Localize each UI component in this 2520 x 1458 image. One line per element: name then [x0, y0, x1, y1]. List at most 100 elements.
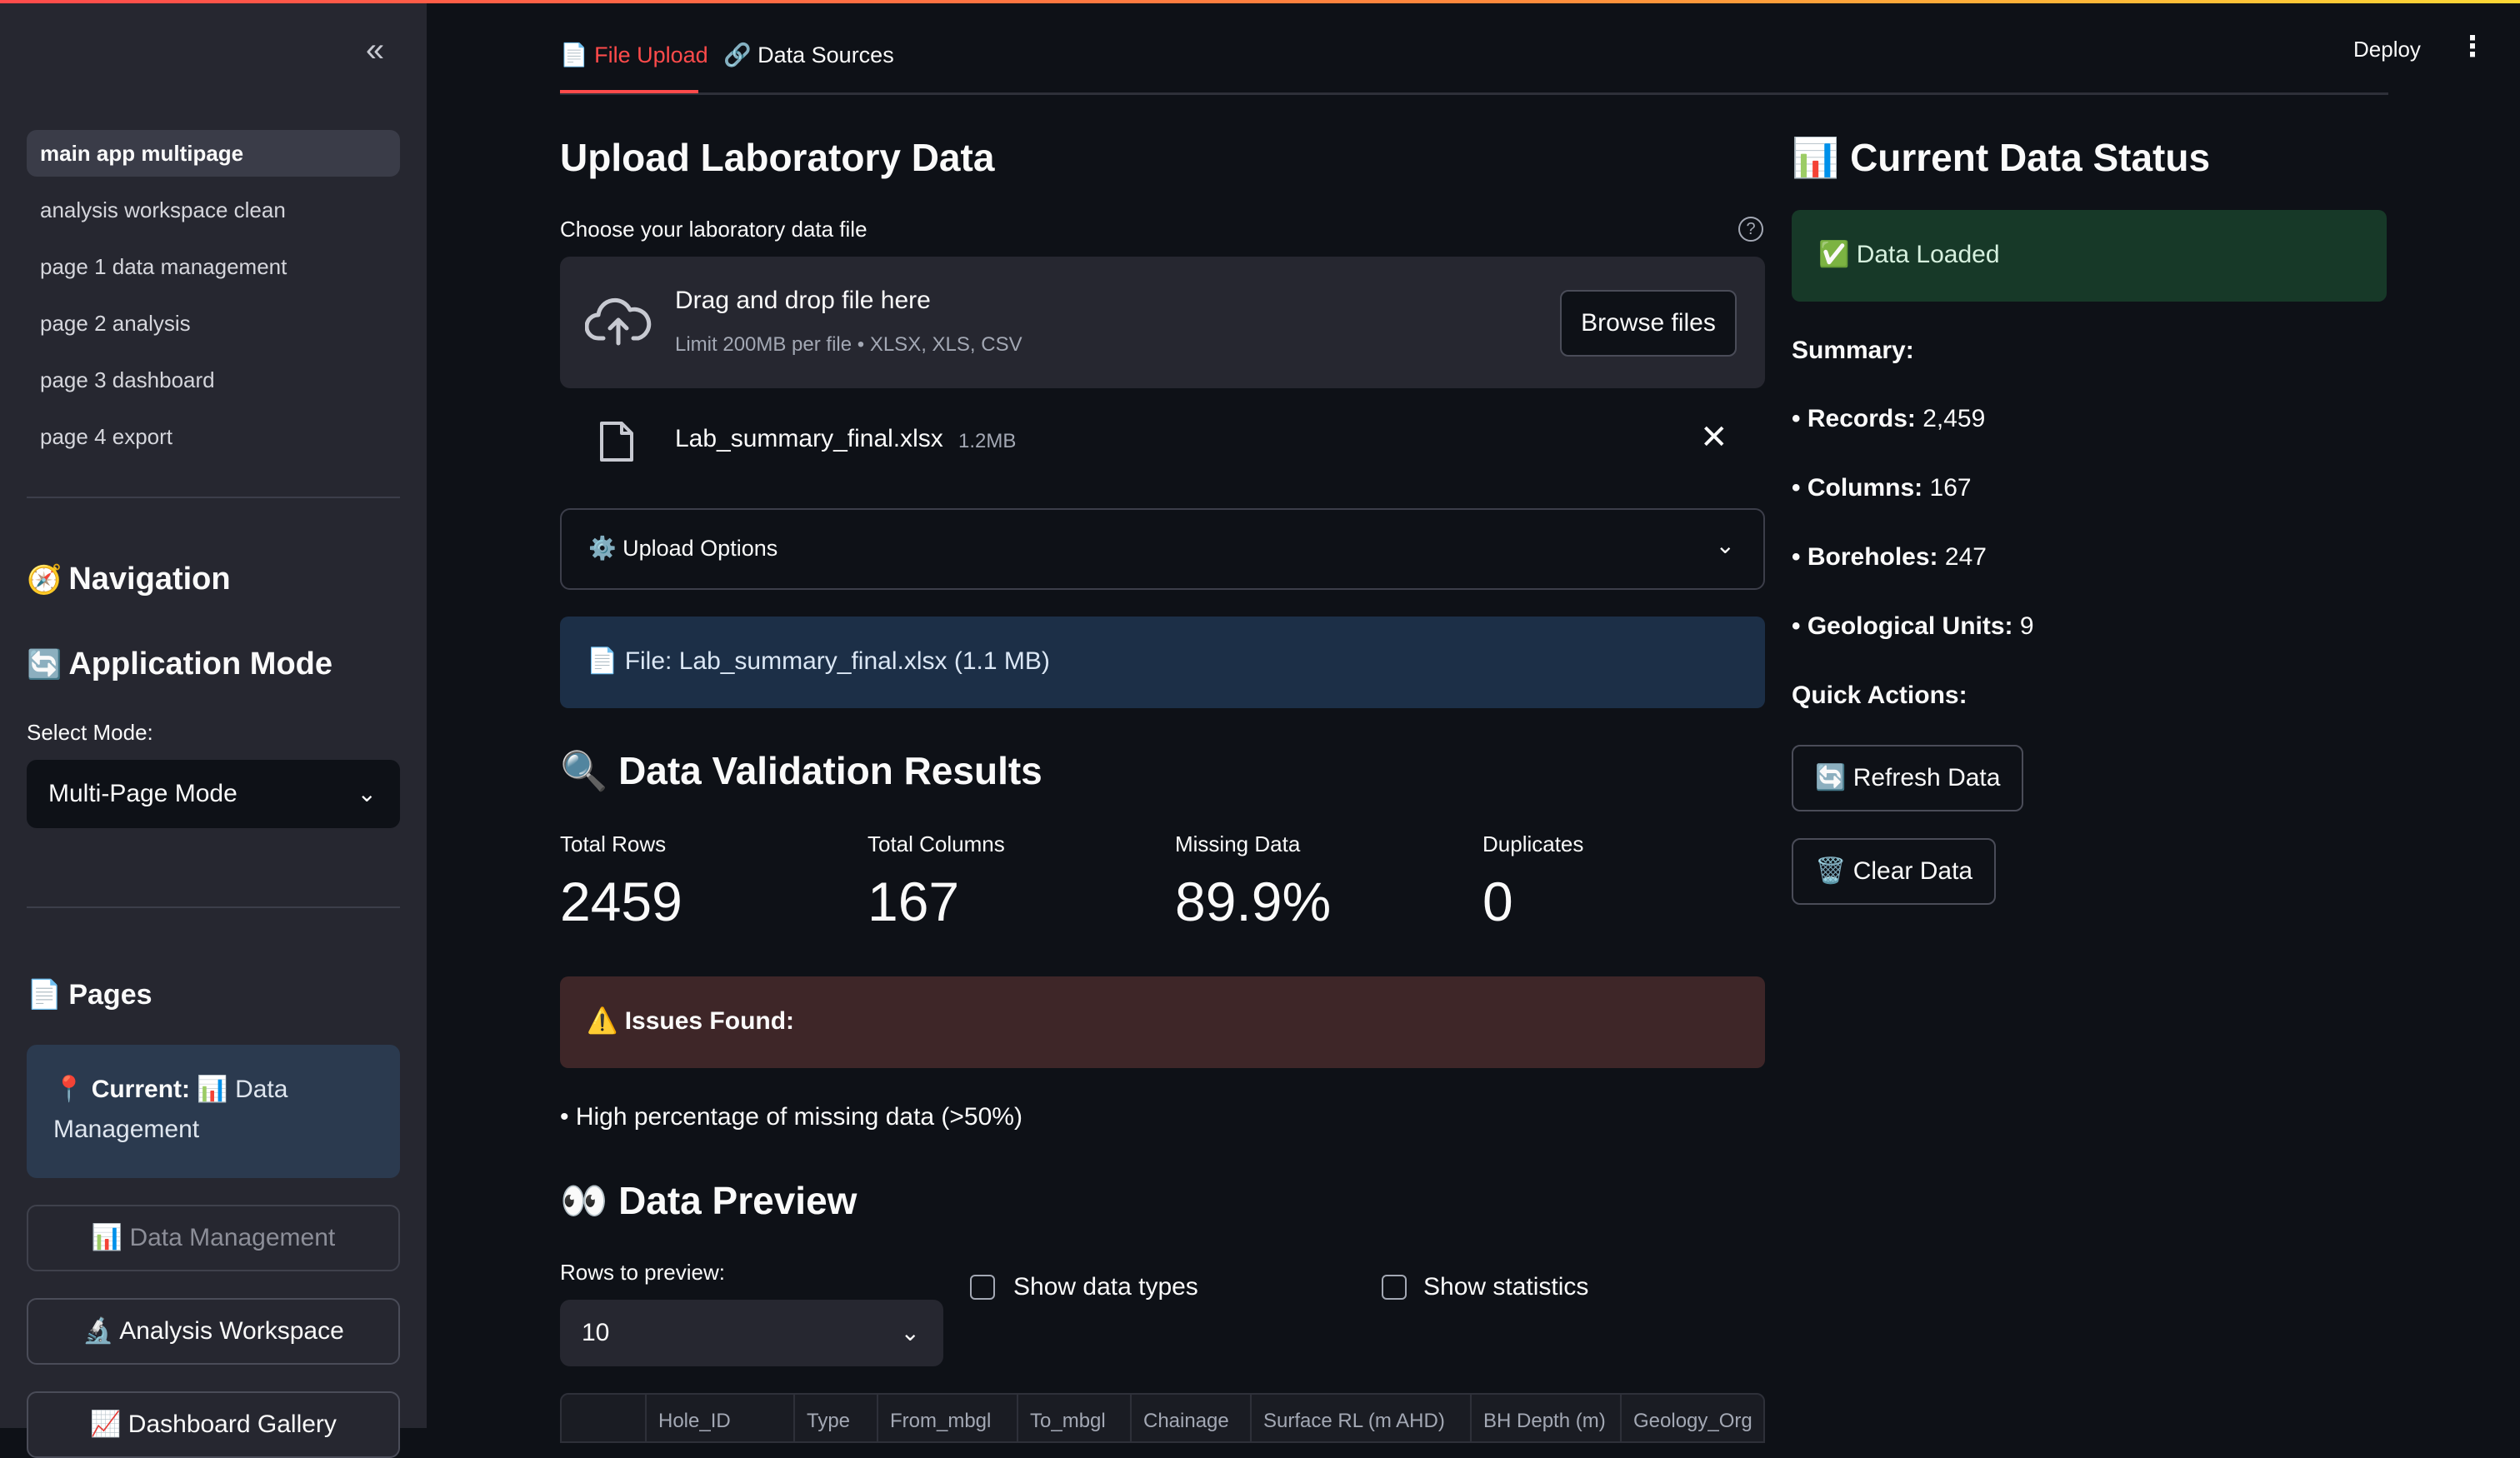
summary-value: 247: [1944, 543, 1987, 571]
analysis-workspace-button[interactable]: 🔬 Analysis Workspace: [27, 1298, 400, 1365]
preview-heading: 👀 Data Preview: [560, 1178, 857, 1224]
current-prefix: 📍 Current:: [53, 1076, 191, 1103]
navigation-heading: 🧭 Navigation: [27, 562, 231, 597]
current-page-info: 📍 Current: 📊 Data Management: [27, 1045, 400, 1178]
page-nav-item-data-management[interactable]: page 1 data management: [27, 243, 400, 290]
summary-value: 167: [1929, 474, 1972, 502]
metric-label-total-columns: Total Columns: [868, 831, 1005, 856]
summary-key: • Boreholes:: [1792, 543, 1938, 571]
bar-chart-icon: 📊: [1792, 136, 1840, 179]
metric-value-total-rows: 2459: [560, 871, 682, 932]
rows-to-preview-value: 10: [582, 1319, 610, 1346]
summary-key: • Records:: [1792, 405, 1916, 432]
collapse-sidebar-icon[interactable]: «: [357, 33, 393, 70]
file-icon: [600, 422, 633, 462]
data-preview-table: Hole_ID Type From_mbgl To_mbgl Chainage …: [560, 1393, 1765, 1443]
file-dropzone[interactable]: Drag and drop file here Limit 200MB per …: [560, 257, 1765, 388]
page-nav-item-analysis[interactable]: page 2 analysis: [27, 300, 400, 347]
page-nav-item-main[interactable]: main app multipage: [27, 130, 400, 177]
upload-options-label: ⚙️ Upload Options: [588, 536, 778, 561]
summary-records: • Records: 2,459: [1792, 405, 1985, 433]
summary-columns: • Columns: 167: [1792, 474, 1972, 502]
page-nav: main app multipage analysis workspace cl…: [27, 130, 400, 470]
show-statistics-label: Show statistics: [1423, 1273, 1589, 1301]
summary-key: • Columns:: [1792, 474, 1923, 502]
sidebar-divider: [27, 906, 400, 908]
issues-alert: ⚠️ Issues Found:: [560, 976, 1765, 1068]
table-column-separator: [1470, 1395, 1472, 1441]
tab-bar: 📄 File Upload 🔗 Data Sources: [560, 33, 2388, 95]
cloud-upload-icon: [585, 297, 652, 346]
summary-label: Summary:: [1792, 337, 1914, 364]
magnifier-icon: 🔍: [560, 749, 608, 792]
rows-to-preview-select[interactable]: 10 ⌄: [560, 1300, 943, 1366]
table-header-hole-id[interactable]: Hole_ID: [658, 1410, 731, 1433]
table-column-separator: [1250, 1395, 1252, 1441]
mode-select-label: Select Mode:: [27, 720, 153, 745]
browse-files-button[interactable]: Browse files: [1560, 290, 1737, 357]
navigation-title: Navigation: [68, 562, 231, 597]
table-column-separator: [1017, 1395, 1018, 1441]
metric-value-duplicates: 0: [1482, 871, 1513, 932]
tab-file-upload[interactable]: 📄 File Upload: [560, 42, 708, 95]
summary-value: 2,459: [1922, 405, 1986, 432]
table-header-to-mbgl[interactable]: To_mbgl: [1030, 1410, 1106, 1433]
page-nav-item-dashboard[interactable]: page 3 dashboard: [27, 357, 400, 403]
clear-data-button[interactable]: 🗑️ Clear Data: [1792, 838, 1997, 905]
chevron-down-icon: ⌄: [900, 1320, 920, 1346]
mode-title: Application Mode: [68, 647, 332, 682]
validation-title: Data Validation Results: [618, 749, 1042, 792]
summary-geological-units: • Geological Units: 9: [1792, 612, 2034, 641]
mode-select-value: Multi-Page Mode: [48, 780, 238, 807]
table-header-chainage[interactable]: Chainage: [1143, 1410, 1229, 1433]
page-nav-item-export[interactable]: page 4 export: [27, 413, 400, 460]
summary-key: • Geological Units:: [1792, 612, 2013, 640]
show-data-types-checkbox[interactable]: [970, 1275, 995, 1300]
dashboard-gallery-button[interactable]: 📈 Dashboard Gallery: [27, 1391, 400, 1458]
kebab-menu-icon[interactable]: ⋮: [2458, 30, 2487, 63]
rows-to-preview-label: Rows to preview:: [560, 1260, 725, 1285]
refresh-icon: 🔄: [27, 649, 62, 681]
tab-data-sources[interactable]: 🔗 Data Sources: [723, 42, 894, 95]
metric-label-missing-data: Missing Data: [1175, 831, 1301, 856]
refresh-data-button[interactable]: 🔄 Refresh Data: [1792, 745, 2024, 811]
help-icon[interactable]: ?: [1738, 217, 1763, 242]
chevron-down-icon: ⌄: [1715, 532, 1735, 558]
table-column-separator: [877, 1395, 878, 1441]
sidebar: « main app multipage analysis workspace …: [0, 0, 427, 1458]
status-title: Current Data Status: [1850, 136, 2211, 179]
sidebar-divider: [27, 497, 400, 498]
mode-select[interactable]: Multi-Page Mode ⌄: [27, 760, 400, 828]
close-icon[interactable]: ✕: [1700, 418, 1728, 457]
metric-value-total-columns: 167: [868, 871, 960, 932]
pages-heading: 📄 Pages: [27, 978, 152, 1011]
chevron-down-icon: ⌄: [357, 781, 377, 806]
preview-title: Data Preview: [618, 1179, 858, 1222]
issue-item: • High percentage of missing data (>50%): [560, 1103, 1022, 1131]
table-column-separator: [1620, 1395, 1622, 1441]
compass-icon: 🧭: [27, 564, 62, 596]
table-header-surface-rl[interactable]: Surface RL (m AHD): [1263, 1410, 1445, 1433]
data-management-button[interactable]: 📊 Data Management: [27, 1205, 400, 1271]
pages-title: Pages: [68, 979, 152, 1011]
table-header-type[interactable]: Type: [807, 1410, 850, 1433]
upload-options-expander[interactable]: ⚙️ Upload Options ⌄: [560, 508, 1765, 590]
uploaded-file-row: Lab_summary_final.xlsx 1.2MB ✕: [560, 407, 1765, 473]
summary-boreholes: • Boreholes: 247: [1792, 543, 1987, 572]
status-heading: 📊 Current Data Status: [1792, 135, 2210, 181]
uploaded-file-name: Lab_summary_final.xlsx: [675, 425, 943, 452]
show-data-types-label: Show data types: [1013, 1273, 1198, 1301]
table-column-separator: [793, 1395, 795, 1441]
table-column-separator: [645, 1395, 647, 1441]
metric-label-duplicates: Duplicates: [1482, 831, 1584, 856]
table-column-separator: [1130, 1395, 1132, 1441]
table-header-bh-depth[interactable]: BH Depth (m): [1483, 1410, 1606, 1433]
document-icon: 📄: [27, 979, 62, 1011]
page-nav-item-analysis-workspace[interactable]: analysis workspace clean: [27, 187, 400, 233]
show-statistics-checkbox[interactable]: [1382, 1275, 1407, 1300]
metric-label-total-rows: Total Rows: [560, 831, 667, 856]
table-header-geology[interactable]: Geology_Org: [1633, 1410, 1752, 1433]
upload-title: Upload Laboratory Data: [560, 136, 995, 179]
table-header-from-mbgl[interactable]: From_mbgl: [890, 1410, 991, 1433]
summary-value: 9: [2019, 612, 2034, 640]
